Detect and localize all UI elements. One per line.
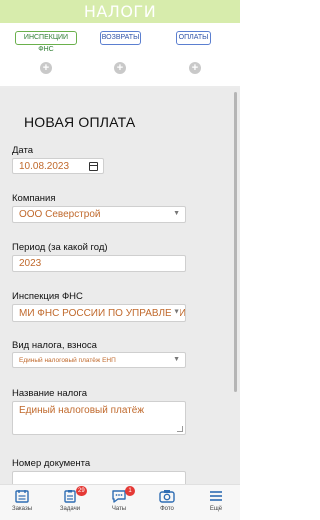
- nav-more[interactable]: Ещё: [196, 485, 236, 520]
- chevron-down-icon: ▼: [173, 355, 180, 363]
- date-field[interactable]: 10.08.2023: [12, 158, 104, 174]
- chevron-down-icon: ▼: [171, 305, 180, 321]
- add-refund-icon[interactable]: +: [114, 62, 126, 74]
- app-header: НАЛОГИ: [0, 0, 240, 23]
- inspection-label: Инспекция ФНС: [12, 291, 83, 302]
- tab-refunds[interactable]: ВОЗВРАТЫ: [100, 31, 141, 45]
- period-input[interactable]: 2023: [12, 255, 186, 272]
- company-value: ООО Северстрой: [19, 209, 101, 220]
- date-value: 10.08.2023: [19, 161, 70, 172]
- resize-handle-icon[interactable]: [177, 426, 183, 432]
- period-label: Период (за какой год): [12, 242, 108, 253]
- bottom-nav: Заказы 29 Задачи 1 Чаты Фото Ещё: [0, 484, 240, 520]
- add-inspection-icon[interactable]: +: [40, 62, 52, 74]
- tax-type-select[interactable]: Единый налоговый платёж ЕНП ▼: [12, 352, 186, 368]
- nav-more-label: Ещё: [209, 506, 223, 512]
- tab-payments[interactable]: ОПЛАТЫ: [176, 31, 211, 45]
- scrollbar[interactable]: [234, 92, 237, 392]
- tax-name-label: Название налога: [12, 388, 88, 399]
- tax-name-textarea[interactable]: Единый налоговый платёж: [12, 401, 186, 435]
- nav-photo[interactable]: Фото: [147, 485, 187, 520]
- company-select[interactable]: ООО Северстрой ▼: [12, 206, 186, 223]
- tasks-badge: 29: [76, 486, 87, 496]
- orders-icon: [15, 490, 29, 503]
- inspection-select[interactable]: МИ ФНС РОССИИ ПО УПРАВЛЕНИ ▼: [12, 304, 186, 322]
- tax-type-label: Вид налога, взноса: [12, 340, 97, 351]
- camera-icon: [159, 490, 175, 503]
- chats-badge: 1: [125, 486, 135, 496]
- date-label: Дата: [12, 145, 34, 156]
- doc-number-label: Номер документа: [12, 458, 91, 469]
- tasks-icon: [64, 490, 76, 503]
- page-title: НАЛОГИ: [83, 2, 157, 21]
- nav-photo-label: Фото: [160, 506, 174, 512]
- tab-inspections[interactable]: ИНСПЕКЦИИ ФНС: [15, 31, 77, 53]
- nav-tasks[interactable]: 29 Задачи: [50, 485, 90, 520]
- section-tabs: ИНСПЕКЦИИ ФНС ВОЗВРАТЫ ОПЛАТЫ: [0, 31, 240, 53]
- chevron-down-icon: ▼: [173, 209, 180, 217]
- nav-chats[interactable]: 1 Чаты: [99, 485, 139, 520]
- nav-tasks-label: Задачи: [59, 506, 81, 512]
- period-value: 2023: [19, 258, 42, 269]
- inspection-value: МИ ФНС РОССИИ ПО УПРАВЛЕНИ: [19, 308, 186, 319]
- nav-orders-label: Заказы: [11, 506, 33, 512]
- tax-name-value: Единый налоговый платёж: [19, 405, 145, 416]
- nav-chats-label: Чаты: [111, 506, 127, 512]
- menu-icon: [210, 491, 222, 501]
- nav-orders[interactable]: Заказы: [2, 485, 42, 520]
- company-label: Компания: [12, 193, 56, 204]
- form-title: НОВАЯ ОПЛАТА: [24, 114, 136, 130]
- calendar-icon[interactable]: [89, 162, 98, 171]
- tax-type-value: Единый налоговый платёж ЕНП: [19, 357, 116, 364]
- add-payment-icon[interactable]: +: [189, 62, 201, 74]
